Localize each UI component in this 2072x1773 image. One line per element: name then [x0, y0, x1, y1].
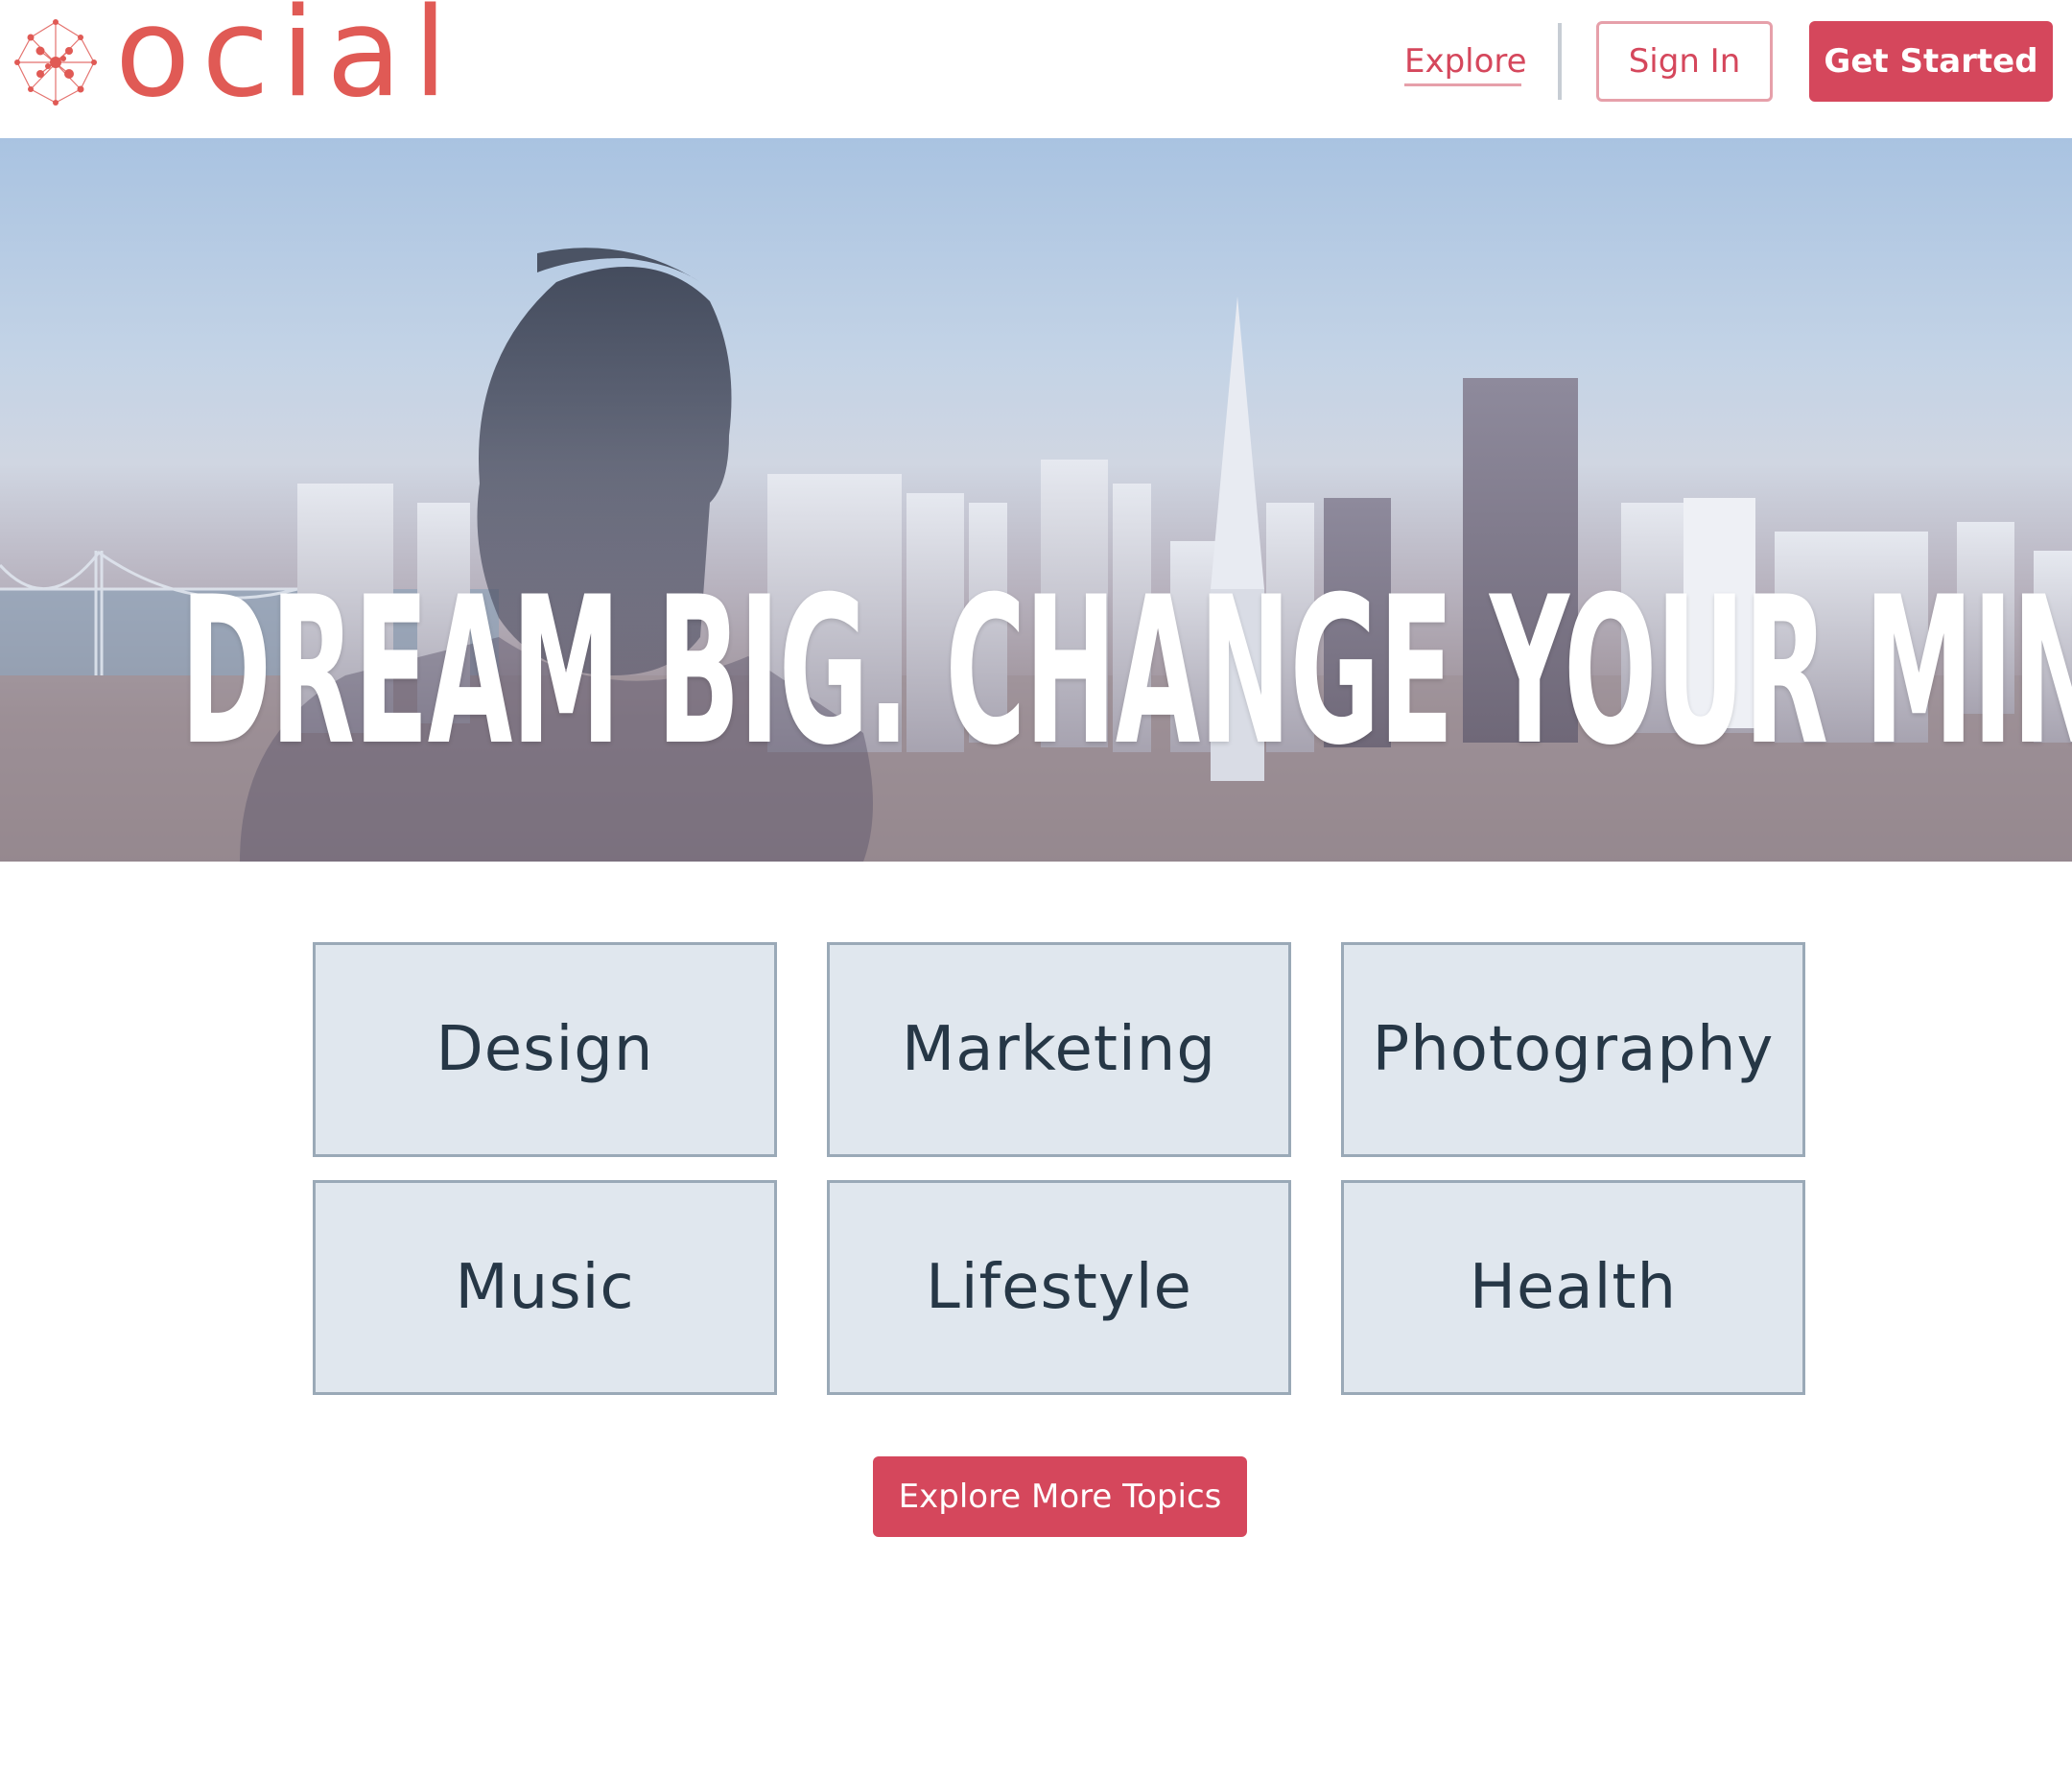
- get-started-button[interactable]: Get Started: [1809, 21, 2053, 102]
- topic-card-design[interactable]: Design: [313, 942, 777, 1157]
- explore-more-topics-button[interactable]: Explore More Topics: [873, 1456, 1247, 1537]
- hero-headline: DREAM BIG. CHANGE YOUR MINDSET.: [180, 553, 2072, 790]
- topic-label: Photography: [1372, 1014, 1775, 1085]
- nav-explore-link[interactable]: Explore: [1404, 42, 1527, 86]
- sign-in-button[interactable]: Sign In: [1596, 21, 1773, 102]
- topic-card-music[interactable]: Music: [313, 1180, 777, 1395]
- hero-banner: DREAM BIG. CHANGE YOUR MINDSET.: [0, 138, 2072, 862]
- page: ocial Explore Sign In Get Started DREAM …: [0, 0, 2072, 1773]
- topic-card-lifestyle[interactable]: Lifestyle: [827, 1180, 1291, 1395]
- nav-divider: [1558, 23, 1562, 100]
- topic-card-photography[interactable]: Photography: [1341, 942, 1805, 1157]
- topic-card-health[interactable]: Health: [1341, 1180, 1805, 1395]
- topic-label: Music: [455, 1252, 635, 1323]
- logo-wordmark: ocial: [115, 0, 459, 125]
- topic-card-marketing[interactable]: Marketing: [827, 942, 1291, 1157]
- topic-label: Design: [436, 1014, 654, 1085]
- topic-label: Health: [1469, 1252, 1678, 1323]
- network-logo-icon: [14, 19, 97, 106]
- topic-label: Lifestyle: [926, 1252, 1192, 1323]
- topic-label: Marketing: [902, 1014, 1216, 1085]
- site-header: ocial Explore Sign In Get Started: [0, 0, 2072, 138]
- logo[interactable]: ocial: [12, 0, 459, 115]
